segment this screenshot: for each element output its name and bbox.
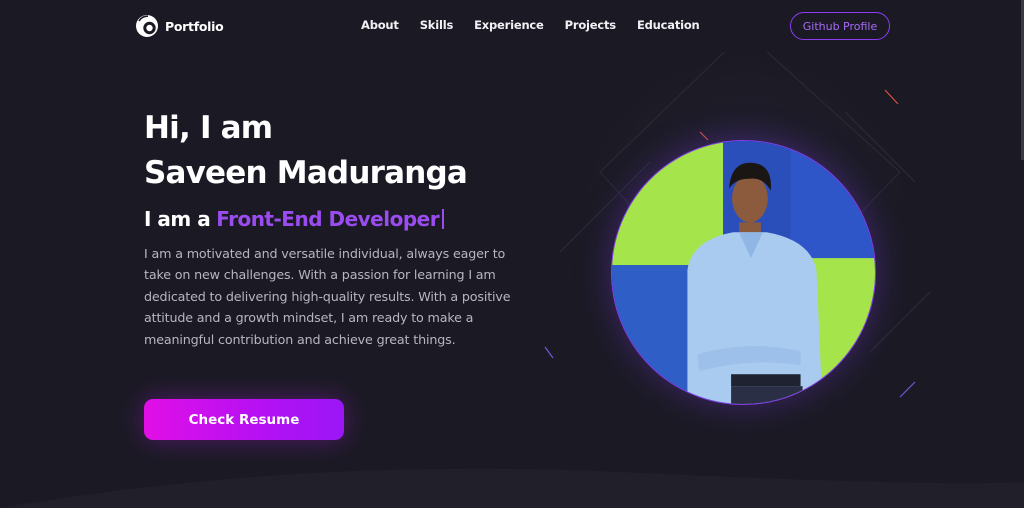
- check-resume-button[interactable]: Check Resume: [144, 399, 344, 440]
- hero-section: Hi, I am Saveen Maduranga I am a Front-En…: [0, 52, 1024, 508]
- hero-role-line: I am a Front-End Developer: [144, 207, 445, 231]
- logo-mark-icon: [136, 15, 158, 37]
- nav-link-skills[interactable]: Skills: [420, 18, 454, 32]
- brand-logo[interactable]: Portfolio: [135, 14, 224, 38]
- nav-link-about[interactable]: About: [361, 18, 399, 32]
- hero-bio: I am a motivated and versatile individua…: [144, 246, 511, 347]
- role-typed-text: Front-End Developer: [216, 207, 440, 231]
- profile-photo: [611, 140, 876, 405]
- typing-caret: [442, 209, 445, 229]
- nav-link-projects[interactable]: Projects: [565, 18, 617, 32]
- nav-link-education[interactable]: Education: [637, 18, 700, 32]
- hero-greeting: Hi, I am: [144, 110, 273, 146]
- profile-photo-image: [612, 141, 875, 404]
- top-navbar: Portfolio About Skills Experience Projec…: [0, 0, 1024, 52]
- brand-name: Portfolio: [165, 18, 224, 34]
- nav-menu: About Skills Experience Projects Educati…: [361, 18, 700, 32]
- hero-name: Saveen Maduranga: [144, 155, 468, 191]
- role-prefix: I am a: [144, 207, 211, 231]
- nav-link-experience[interactable]: Experience: [474, 18, 544, 32]
- github-profile-button[interactable]: Github Profile: [790, 12, 890, 40]
